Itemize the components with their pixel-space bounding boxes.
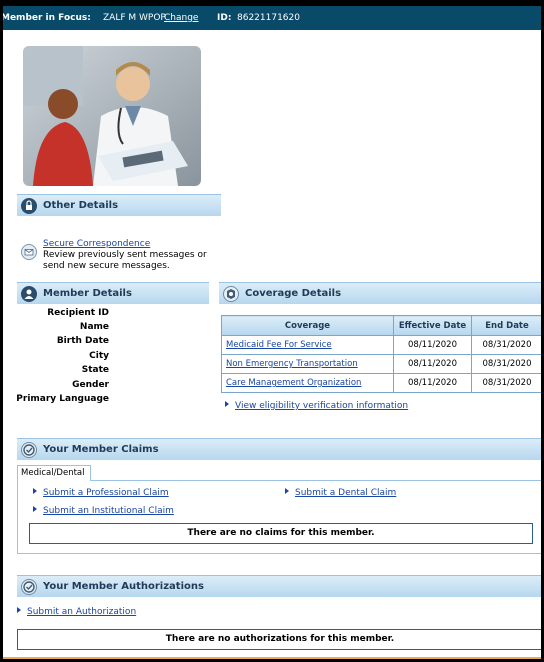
eligibility-verification-link[interactable]: View eligibility verification informatio… — [235, 401, 408, 411]
col-coverage: Coverage — [221, 315, 394, 336]
submit-institutional-claim-link[interactable]: Submit an Institutional Claim — [43, 506, 174, 516]
doctor-patient-photo — [23, 46, 201, 186]
coverage-table: Coverage Effective Date End Date Medicai… — [221, 315, 541, 393]
field-gender: Gender — [72, 380, 109, 390]
secure-correspondence-desc-1: Review previously sent messages or — [43, 250, 207, 260]
member-authorizations-title: Your Member Authorizations — [43, 581, 204, 592]
member-details-header: Member Details — [17, 282, 209, 304]
coverage-link[interactable]: Non Emergency Transportation — [226, 359, 358, 369]
member-focus-bar: Member in Focus: ZALF M WPOP Change ID: … — [3, 6, 541, 30]
no-authorizations-message: There are no authorizations for this mem… — [17, 629, 541, 650]
field-primary-language: Primary Language — [16, 394, 109, 404]
member-authorizations-header: Your Member Authorizations — [17, 575, 541, 597]
member-details-title: Member Details — [43, 288, 132, 299]
coverage-details-title: Coverage Details — [245, 288, 342, 299]
other-details-title: Other Details — [43, 200, 119, 211]
col-end-date: End Date — [471, 315, 541, 336]
claims-icon — [21, 442, 37, 458]
field-name: Name — [79, 322, 109, 332]
field-birth-date: Birth Date — [56, 336, 109, 346]
coverage-table-header: Coverage Effective Date End Date — [221, 315, 541, 336]
table-row: Non Emergency Transportation 08/11/2020 … — [221, 354, 541, 374]
eligibility-row: View eligibility verification informatio… — [225, 401, 408, 411]
tab-medical-dental[interactable]: Medical/Dental — [17, 465, 91, 481]
coverage-link[interactable]: Care Management Organization — [226, 378, 361, 388]
effective-date: 08/11/2020 — [393, 354, 472, 374]
coverage-details-header: Coverage Details — [219, 282, 541, 304]
member-claims-header: Your Member Claims — [17, 438, 541, 460]
institutional-claim-row: Submit an Institutional Claim — [33, 506, 174, 516]
member-claims-title: Your Member Claims — [43, 444, 159, 455]
member-icon — [21, 286, 37, 302]
arrow-right-icon — [33, 488, 37, 494]
lock-icon — [21, 198, 37, 214]
secure-correspondence-desc-2: send new secure messages. — [43, 261, 170, 271]
id-label: ID: — [217, 13, 232, 23]
submit-authorization-row: Submit an Authorization — [17, 607, 136, 617]
end-date: 08/31/2020 — [471, 354, 541, 374]
other-details-header: Other Details — [17, 194, 221, 216]
effective-date: 08/11/2020 — [393, 373, 472, 393]
member-focus-label: Member in Focus: — [1, 13, 91, 23]
table-row: Care Management Organization 08/11/2020 … — [221, 373, 541, 393]
arrow-right-icon — [285, 488, 289, 494]
secure-correspondence-link[interactable]: Secure Correspondence — [43, 239, 150, 249]
submit-dental-claim-link[interactable]: Submit a Dental Claim — [295, 488, 396, 498]
coverage-icon — [223, 286, 239, 302]
arrow-right-icon — [225, 401, 229, 407]
field-state: State — [81, 365, 109, 375]
professional-claim-row: Submit a Professional Claim — [33, 488, 169, 498]
member-name: ZALF M WPOP — [103, 13, 166, 23]
dental-claim-row: Submit a Dental Claim — [285, 488, 396, 498]
member-id: 86221171620 — [237, 13, 300, 23]
page-frame: Member in Focus: ZALF M WPOP Change ID: … — [0, 0, 544, 662]
no-claims-message: There are no claims for this member. — [29, 523, 533, 544]
table-row: Medicaid Fee For Service 08/11/2020 08/3… — [221, 335, 541, 355]
arrow-right-icon — [33, 506, 37, 512]
submit-professional-claim-link[interactable]: Submit a Professional Claim — [43, 488, 169, 498]
arrow-right-icon — [17, 607, 21, 613]
end-date: 08/31/2020 — [471, 335, 541, 355]
end-date: 08/31/2020 — [471, 373, 541, 393]
authorizations-icon — [21, 579, 37, 595]
envelope-icon — [21, 244, 37, 260]
coverage-link[interactable]: Medicaid Fee For Service — [226, 340, 332, 350]
bottom-accent-bar — [3, 657, 541, 659]
change-member-link[interactable]: Change — [164, 13, 198, 23]
col-effective-date: Effective Date — [393, 315, 472, 336]
submit-authorization-link[interactable]: Submit an Authorization — [27, 607, 136, 617]
field-city: City — [89, 351, 109, 361]
field-recipient-id: Recipient ID — [47, 308, 109, 318]
effective-date: 08/11/2020 — [393, 335, 472, 355]
